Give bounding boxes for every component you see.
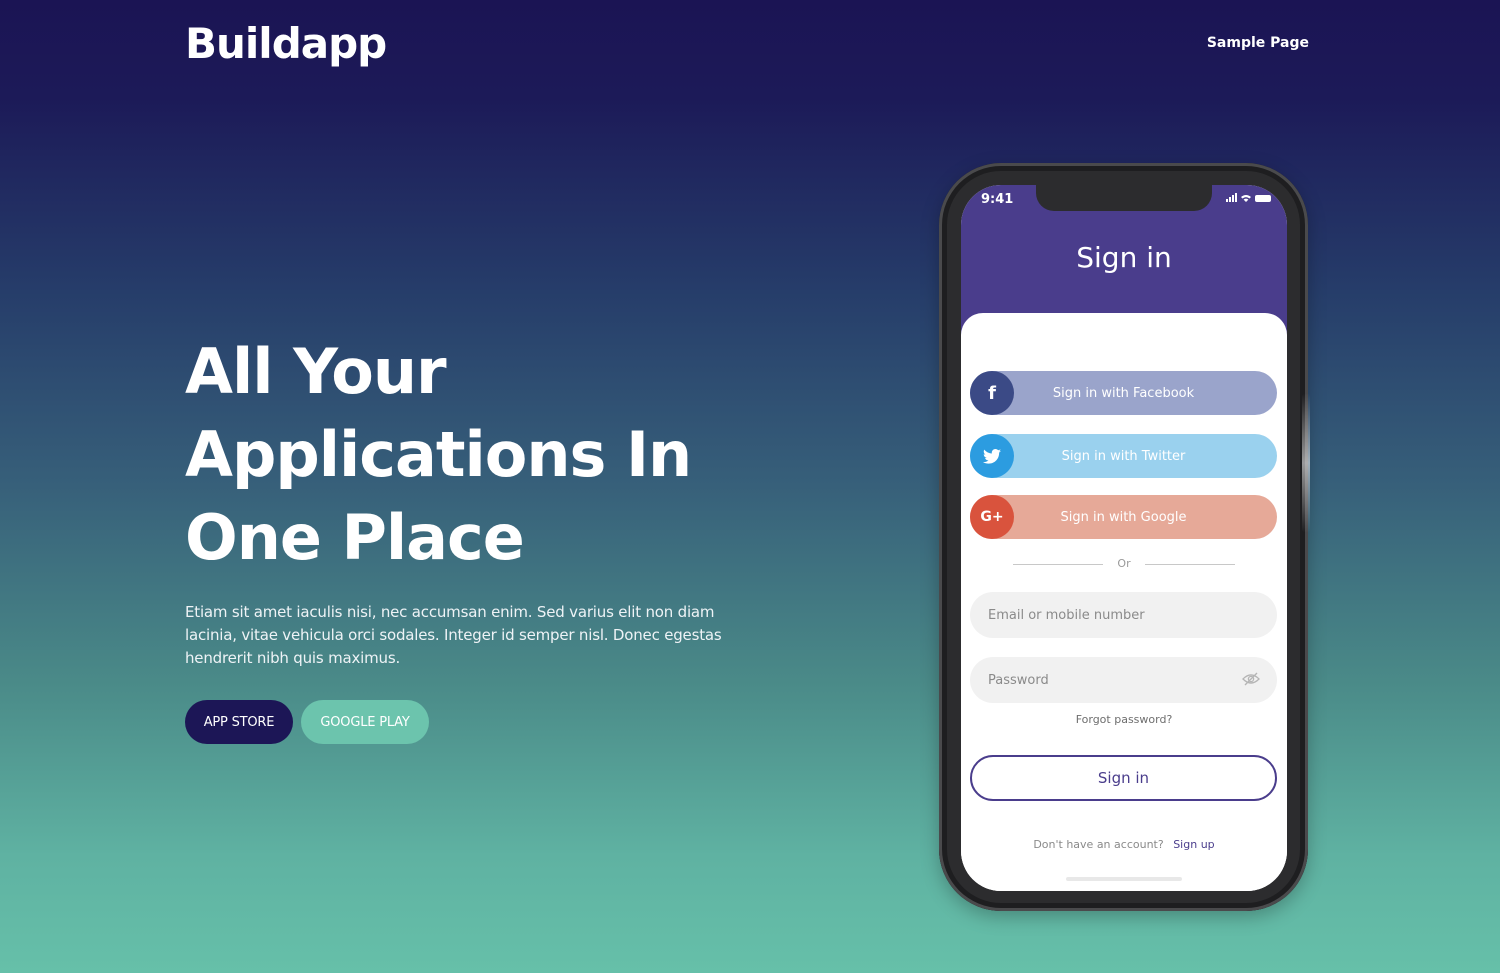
logo[interactable]: Buildapp [185, 18, 387, 70]
facebook-signin-button[interactable]: f Sign in with Facebook [970, 371, 1277, 415]
hero-title: All Your Applications In One Place [185, 330, 805, 579]
battery-icon [1255, 195, 1271, 202]
hero-description: Etiam sit amet iaculis nisi, nec accumsa… [185, 603, 722, 667]
google-signin-label: Sign in with Google [1060, 509, 1187, 525]
divider-right [1145, 564, 1235, 565]
phone-screen: 9:41 Sign in f Sign in with Facebook Sig… [961, 185, 1287, 891]
app-store-button[interactable]: APP STORE [185, 700, 293, 744]
signal-icon [1226, 193, 1237, 202]
status-icons [1226, 193, 1271, 202]
hero-title-line-2: Applications In [185, 418, 692, 491]
home-indicator [1066, 877, 1182, 881]
twitter-icon [970, 434, 1014, 478]
wifi-icon [1241, 195, 1251, 202]
hero-title-line-3: One Place [185, 501, 525, 574]
google-play-button[interactable]: GOOGLE PLAY [301, 700, 429, 744]
twitter-signin-label: Sign in with Twitter [1061, 448, 1186, 464]
phone-notch [1036, 185, 1212, 211]
hero-title-line-1: All Your [185, 335, 447, 408]
signup-question: Don't have an account? [1033, 838, 1164, 851]
phone-edge-highlight [1302, 393, 1310, 533]
status-time: 9:41 [981, 192, 1014, 207]
facebook-icon: f [970, 371, 1014, 415]
signup-link[interactable]: Sign up [1173, 838, 1214, 851]
or-separator: Or [1117, 557, 1131, 570]
signup-row: Don't have an account? Sign up [961, 838, 1287, 851]
toggle-password-visibility-icon[interactable] [1242, 672, 1260, 686]
phone-mockup: 9:41 Sign in f Sign in with Facebook Sig… [939, 163, 1310, 911]
google-signin-button[interactable]: G+ Sign in with Google [970, 495, 1277, 539]
nav-sample-page-link[interactable]: Sample Page [1207, 34, 1309, 52]
screen-title: Sign in [1076, 241, 1172, 274]
password-field[interactable] [970, 657, 1277, 703]
signin-button[interactable]: Sign in [970, 755, 1277, 801]
facebook-signin-label: Sign in with Facebook [1052, 385, 1195, 401]
twitter-signin-button[interactable]: Sign in with Twitter [970, 434, 1277, 478]
google-plus-icon: G+ [970, 495, 1014, 539]
forgot-password-link[interactable]: Forgot password? [961, 713, 1287, 726]
email-field[interactable] [970, 592, 1277, 638]
